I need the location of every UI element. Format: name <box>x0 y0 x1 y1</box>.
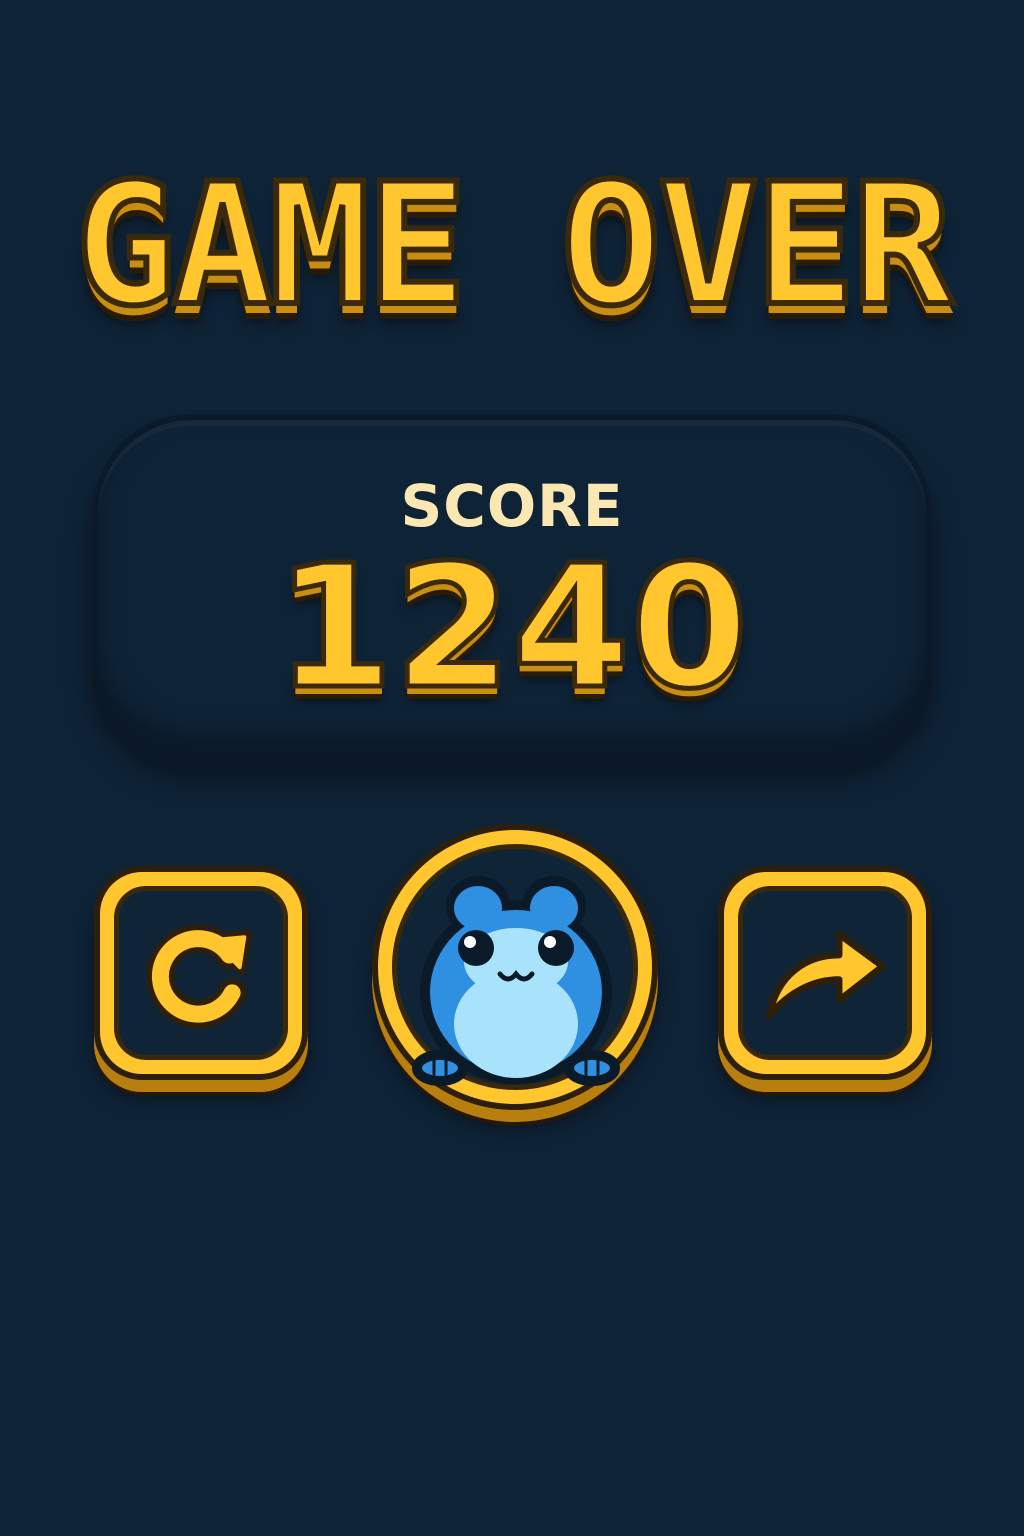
score-value: 1240 <box>273 529 751 727</box>
share-button[interactable] <box>718 866 932 1080</box>
character-button[interactable] <box>372 824 658 1110</box>
game-over-title: GAME OVER <box>72 147 956 343</box>
restart-button[interactable] <box>94 866 308 1080</box>
score-panel: SCORE 1240 <box>92 414 932 750</box>
frog-icon <box>412 876 620 1086</box>
restart-icon <box>146 924 252 1029</box>
share-arrow-icon <box>766 930 886 1019</box>
